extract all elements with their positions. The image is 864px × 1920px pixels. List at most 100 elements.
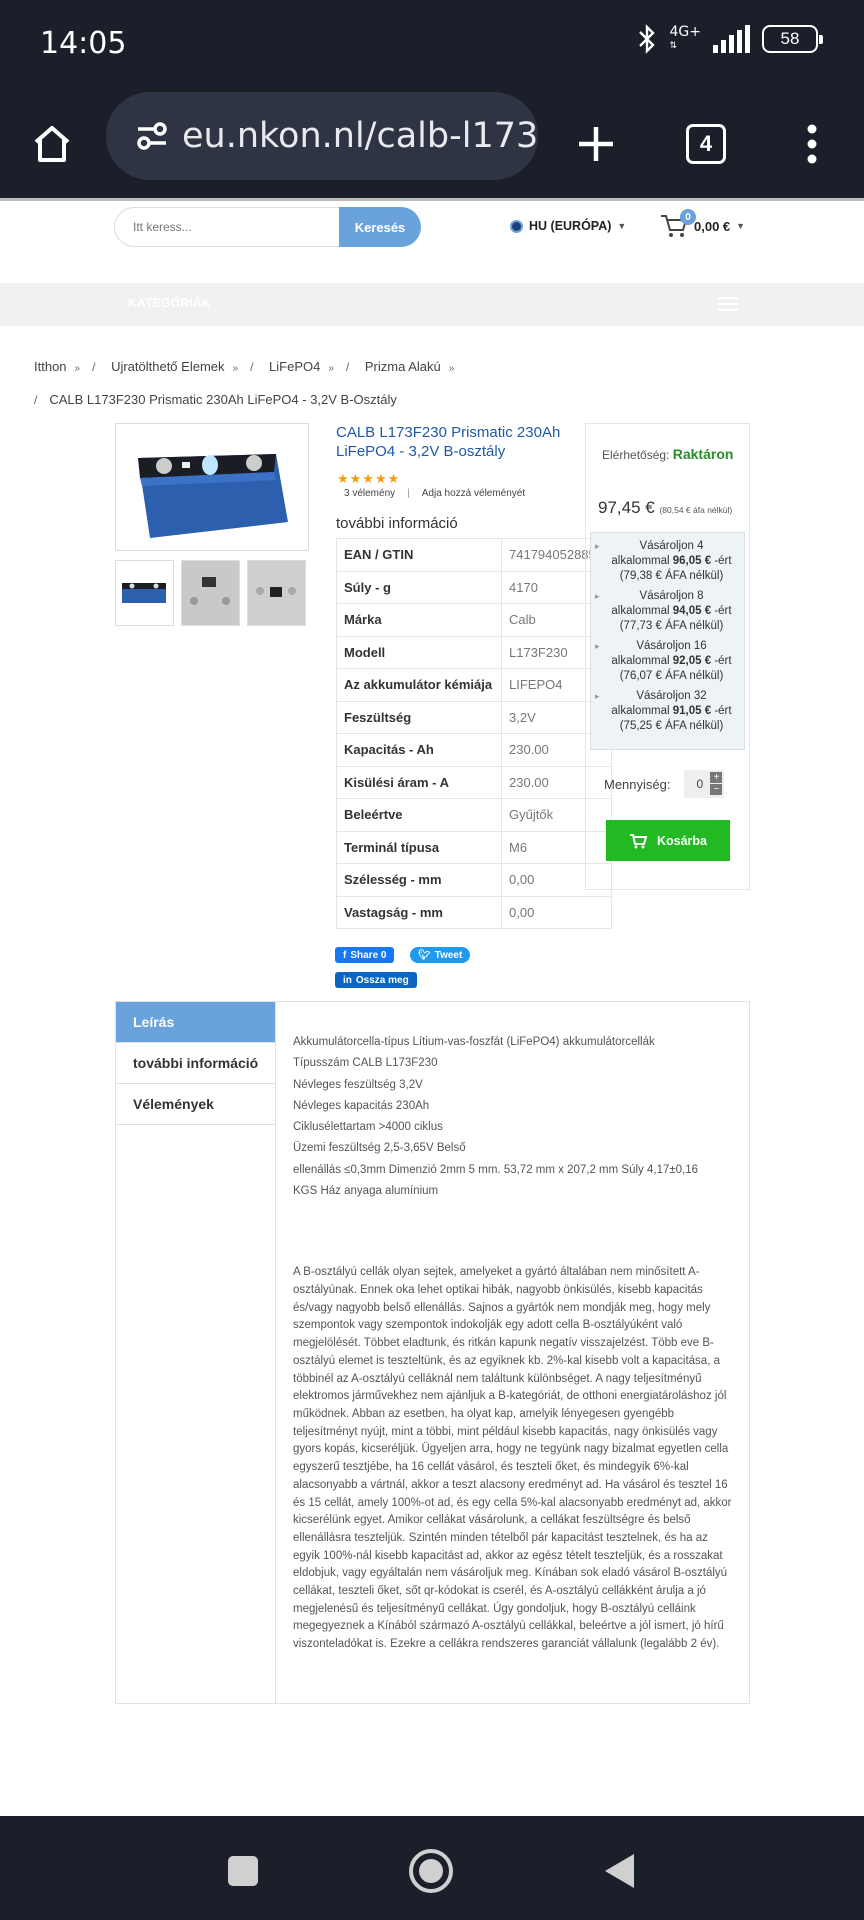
battery-icon: 58	[762, 25, 823, 53]
table-row: Súly - g 4170	[336, 570, 612, 604]
breadcrumb-prismatic[interactable]: Prizma Alakú	[365, 359, 441, 374]
increment-icon[interactable]: +	[710, 772, 723, 783]
search-input[interactable]	[114, 207, 344, 247]
price: 97,45 € (80,54 € áfa nélkül)	[598, 498, 732, 518]
battery-cell-image	[138, 454, 288, 538]
circle-home-icon	[409, 1849, 453, 1893]
quantity-row: Mennyiség: 0 + −	[604, 770, 725, 798]
cart-icon	[629, 833, 647, 848]
linkedin-share-label: Ossza meg	[355, 974, 409, 986]
menu-button[interactable]	[782, 114, 842, 174]
network-indicator: 4G+ ⇅	[669, 24, 702, 51]
twitter-share-label: Tweet	[434, 949, 463, 961]
table-row: Terminál típusa M6	[336, 830, 612, 864]
linkedin-share-button[interactable]: in Ossza meg	[335, 972, 417, 988]
reviews-link[interactable]: 3 vélemény	[344, 488, 395, 499]
tab-reviews[interactable]: Vélemények	[116, 1084, 275, 1125]
quantity-stepper[interactable]: 0 + −	[684, 770, 725, 798]
product-thumbnail[interactable]	[247, 560, 306, 626]
status-bar: 14:05 4G+ ⇅ 58	[0, 0, 864, 88]
facebook-icon: f	[343, 949, 347, 961]
spec-key: Kapacitás - Ah	[336, 733, 502, 767]
status-time: 14:05	[40, 26, 127, 61]
network-type: 4G+	[669, 24, 702, 40]
back-triangle-icon	[605, 1854, 634, 1888]
table-row: Kisülési áram - A 230.00	[336, 765, 612, 799]
plus-icon	[579, 127, 613, 161]
price-gross: 97,45 €	[598, 498, 655, 517]
table-row: Szélesség - mm 0,00	[336, 863, 612, 897]
url-bar[interactable]: eu.nkon.nl/calb-l173f2	[106, 92, 538, 180]
language-label: HU (EURÓPA)	[529, 219, 612, 233]
header-row: Keresés HU (EURÓPA) ▼ 0 0,00 € ▼	[114, 207, 754, 247]
home-button[interactable]	[22, 114, 82, 174]
table-row: Feszültség 3,2V	[336, 700, 612, 734]
site-settings-icon[interactable]	[132, 116, 172, 156]
spec-key: Feszültség	[336, 700, 502, 734]
more-vert-icon	[807, 124, 817, 164]
system-nav-bar	[0, 1816, 864, 1920]
caret-down-icon: ▼	[617, 221, 627, 231]
tier-price-item: Vásároljon 16 alkalommal 92,05 € -ért (7…	[595, 639, 740, 684]
breadcrumb-lifepo4[interactable]: LiFePO4	[269, 359, 320, 374]
categories-label[interactable]: KATEGÓRIÁK	[128, 296, 211, 310]
tier-price-item: Vásároljon 8 alkalommal 94,05 € -ért (77…	[595, 589, 740, 634]
breadcrumb: Itthon» / Ujratölthető Elemek» / LiFePO4» /…	[34, 359, 455, 407]
recents-button[interactable]	[218, 1846, 268, 1896]
spec-key: Kisülési áram - A	[336, 765, 502, 799]
battery-level: 58	[780, 29, 800, 48]
more-info-heading: további információ	[336, 515, 458, 532]
table-row: Kapacitás - Ah 230.00	[336, 733, 612, 767]
decrement-icon[interactable]: −	[710, 784, 723, 795]
signal-icon	[713, 25, 750, 53]
description-line: Típusszám CALB L173F230	[293, 1057, 438, 1070]
table-row: Márka Calb	[336, 603, 612, 637]
home-nav-button[interactable]	[406, 1846, 456, 1896]
product-thumbnail[interactable]	[115, 560, 174, 626]
new-tab-button[interactable]	[566, 114, 626, 174]
breadcrumb-home[interactable]: Itthon	[34, 359, 67, 374]
hamburger-icon[interactable]	[718, 297, 738, 315]
tab-more-info[interactable]: további információ	[116, 1043, 275, 1084]
back-button[interactable]	[594, 1846, 644, 1896]
spec-key: Az akkumulátor kémiája	[336, 668, 502, 702]
web-page: Keresés HU (EURÓPA) ▼ 0 0,00 € ▼ KATEGÓR…	[0, 198, 864, 1816]
description-line: ellenállás ≤0,3mm Dimenzió 2mm 5 mm. 53,…	[293, 1163, 699, 1176]
spec-key: Vastagság - mm	[336, 895, 502, 929]
availability: Elérhetőség: Raktáron	[602, 446, 733, 462]
tier-price-item: Vásároljon 32 alkalommal 91,05 € -ért (7…	[595, 689, 740, 734]
spec-key: Súly - g	[336, 570, 502, 604]
url-text[interactable]: eu.nkon.nl/calb-l173f2	[182, 116, 538, 156]
language-selector[interactable]: HU (EURÓPA) ▼	[510, 219, 626, 233]
square-icon	[228, 1856, 258, 1886]
product-tabs: Leírás további információ Vélemények Akk…	[115, 1001, 750, 1704]
tab-description[interactable]: Leírás	[116, 1002, 275, 1043]
product-main-image[interactable]	[115, 423, 309, 551]
description-line: KGS Ház anyaga alumínium	[293, 1185, 439, 1198]
product-title: CALB L173F230 Prismatic 230Ah LiFePO4 - …	[336, 424, 561, 460]
spec-key: Szélesség - mm	[336, 863, 502, 897]
breadcrumb-rechargeable[interactable]: Ujratölthető Elemek	[111, 359, 224, 374]
description-line: Ciklusélettartam >4000 ciklus	[293, 1121, 443, 1134]
table-row: Az akkumulátor kémiája LIFEPO4	[336, 668, 612, 702]
quantity-value[interactable]: 0	[696, 777, 703, 791]
table-row: Vastagság - mm 0,00	[336, 895, 612, 929]
facebook-share-label: Share 0	[350, 949, 387, 961]
product-thumbnail[interactable]	[181, 560, 240, 626]
caret-down-icon: ▼	[736, 221, 746, 231]
spec-key: Modell	[336, 635, 502, 669]
status-icons: 4G+ ⇅ 58	[636, 24, 823, 54]
description-line: Akkumulátorcella-típus Lítium-vas-foszfá…	[293, 1036, 655, 1048]
spec-key: Terminál típusa	[336, 830, 502, 864]
twitter-share-button[interactable]: 🐦︎ Tweet	[410, 947, 471, 963]
add-to-cart-button[interactable]: Kosárba	[606, 820, 730, 861]
search-button[interactable]: Keresés	[339, 207, 421, 247]
tab-switcher-button[interactable]: 4	[676, 114, 736, 174]
add-review-link[interactable]: Adja hozzá véleményét	[422, 488, 525, 499]
mini-cart[interactable]: 0 0,00 € ▼	[660, 209, 746, 239]
facebook-share-button[interactable]: f Share 0	[335, 947, 395, 963]
description-paragraph: A B-osztályú cellák olyan sejtek, amelye…	[293, 1266, 732, 1651]
spec-key: Beleértve	[336, 798, 502, 832]
category-bar[interactable]: KATEGÓRIÁK	[0, 283, 864, 326]
tier-price-item: Vásároljon 4 alkalommal 96,05 € -ért (79…	[595, 539, 740, 584]
